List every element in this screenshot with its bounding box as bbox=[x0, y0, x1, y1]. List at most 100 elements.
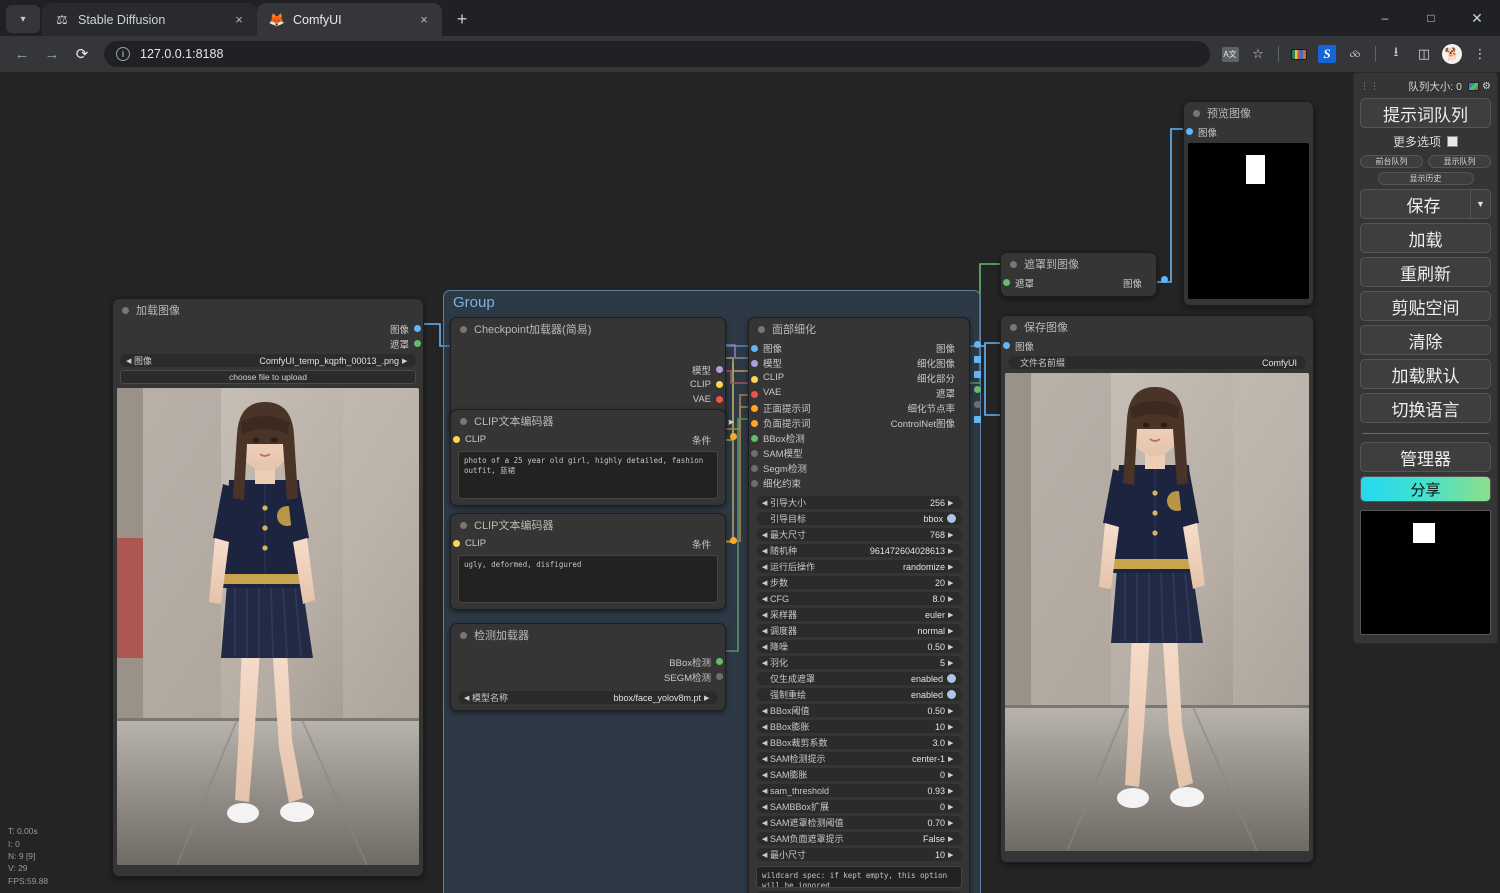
widget-1[interactable]: 引导目标 bbox bbox=[756, 512, 962, 525]
browser-tab-stable-diffusion[interactable]: ⚖ Stable Diffusion × bbox=[42, 3, 257, 36]
slot-dot-cond[interactable] bbox=[730, 536, 737, 544]
positive-prompt-textarea[interactable]: photo of a 25 year old girl, highly deta… bbox=[458, 451, 718, 499]
slot-dot[interactable] bbox=[751, 434, 758, 442]
decrement-arrow-icon[interactable]: ◀ bbox=[464, 694, 472, 702]
slot-dot[interactable] bbox=[751, 359, 758, 367]
input-slot-2[interactable]: CLIP bbox=[749, 372, 784, 383]
increment-arrow-icon[interactable]: ▶ bbox=[948, 499, 956, 507]
more-options-row[interactable]: 更多选项 bbox=[1360, 132, 1491, 151]
increment-arrow-icon[interactable]: ▶ bbox=[948, 803, 956, 811]
output-slot-segm-detector[interactable]: SEGM检测 bbox=[451, 669, 725, 684]
node-load-image[interactable]: 加载图像 图像 遮罩 ◀ 图像 ComfyUI_temp_kqpfh_00013… bbox=[112, 298, 424, 877]
decrement-arrow-icon[interactable]: ◀ bbox=[762, 611, 770, 619]
node-clip-text-encode-negative[interactable]: CLIP文本编码器 CLIP 条件 ugly, deformed, disfig… bbox=[450, 513, 737, 610]
decrement-arrow-icon[interactable]: ◀ bbox=[762, 771, 770, 779]
slot-dot-vae[interactable] bbox=[716, 396, 723, 403]
toggle-dot-icon[interactable] bbox=[947, 674, 956, 683]
download-icon[interactable]: ⭳ bbox=[1384, 42, 1408, 66]
slot-dot[interactable] bbox=[751, 404, 758, 412]
gear-icon[interactable]: ⚙ bbox=[1482, 81, 1491, 92]
decrement-arrow-icon[interactable]: ◀ bbox=[762, 787, 770, 795]
decrement-arrow-icon[interactable]: ◀ bbox=[762, 819, 770, 827]
increment-arrow-icon[interactable]: ▶ bbox=[729, 418, 734, 426]
negative-prompt-textarea[interactable]: ugly, deformed, disfigured bbox=[458, 555, 718, 603]
widget-15[interactable]: ◀ BBox裁剪系数 3.0 ▶ bbox=[756, 736, 962, 749]
node-collapse-icon[interactable] bbox=[460, 325, 467, 333]
toggle-dot-icon[interactable] bbox=[947, 690, 956, 699]
slot-dot[interactable] bbox=[751, 449, 758, 457]
widget-4[interactable]: ◀ 运行后操作 randomize ▶ bbox=[756, 560, 962, 573]
input-slot-5[interactable]: 负面提示词 bbox=[749, 416, 811, 430]
slot-dot[interactable] bbox=[751, 464, 758, 472]
widget-toggle[interactable]: enabled bbox=[911, 674, 956, 684]
input-slot-clip[interactable]: CLIP bbox=[451, 538, 486, 549]
input-slot-8[interactable]: Segm检测 bbox=[749, 461, 807, 475]
widget-0[interactable]: ◀ 引导大小 256 ▶ bbox=[756, 496, 962, 509]
slot-dot-model[interactable] bbox=[716, 366, 723, 373]
input-slot-4[interactable]: 正面提示词 bbox=[749, 401, 811, 415]
increment-arrow-icon[interactable]: ▶ bbox=[948, 627, 956, 635]
node-preview-image[interactable]: 预览图像 图像 bbox=[1183, 101, 1314, 306]
output-slot-clip[interactable]: CLIP bbox=[451, 377, 725, 392]
node-face-detailer[interactable]: 面部细化 图像 图像 模型 细化图像 CLIP 细化部分 VAE 遮罩 正面提示词 细化节点率 负面… bbox=[748, 317, 981, 893]
wildcard-textarea[interactable]: wildcard spec: if kept empty, this optio… bbox=[756, 866, 962, 888]
reload-icon[interactable]: ⟳ bbox=[68, 40, 96, 68]
widget-detector-model-name[interactable]: ◀ 模型名称 bbox/face_yolov8m.pt ▶ bbox=[458, 691, 718, 704]
increment-arrow-icon[interactable]: ▶ bbox=[402, 357, 410, 365]
increment-arrow-icon[interactable]: ▶ bbox=[948, 819, 956, 827]
save-button[interactable]: 保存 ▼ bbox=[1360, 189, 1491, 219]
node-collapse-icon[interactable] bbox=[1010, 260, 1017, 268]
decrement-arrow-icon[interactable]: ◀ bbox=[762, 595, 770, 603]
slot-dot-clip[interactable] bbox=[716, 381, 723, 388]
widget-20[interactable]: ◀ SAM遮罩检测阈值 0.70 ▶ bbox=[756, 816, 962, 829]
widget-18[interactable]: ◀ sam_threshold 0.93 ▶ bbox=[756, 784, 962, 797]
increment-arrow-icon[interactable]: ▶ bbox=[948, 787, 956, 795]
menu-icon[interactable]: ⋮ bbox=[1468, 42, 1492, 66]
info-icon[interactable]: i bbox=[116, 47, 130, 61]
output-slot-image[interactable]: 图像 bbox=[1123, 275, 1168, 290]
slot-dot[interactable] bbox=[974, 355, 981, 363]
load-button[interactable]: 加载 bbox=[1360, 223, 1491, 253]
node-collapse-icon[interactable] bbox=[1010, 323, 1017, 331]
bookmark-star-icon[interactable]: ☆ bbox=[1246, 42, 1270, 66]
slot-dot-image[interactable] bbox=[1003, 342, 1010, 349]
output-slot-model[interactable]: 模型 bbox=[451, 362, 725, 377]
slot-dot-mask[interactable] bbox=[1003, 279, 1010, 286]
choose-file-to-upload-button[interactable]: choose file to upload bbox=[120, 370, 416, 384]
slot-dot[interactable] bbox=[974, 370, 981, 378]
new-tab-button[interactable]: + bbox=[448, 5, 476, 33]
widget-22[interactable]: ◀ 最小尺寸 10 ▶ bbox=[756, 848, 962, 861]
s-extension-icon[interactable]: S bbox=[1315, 42, 1339, 66]
input-slot-clip[interactable]: CLIP bbox=[451, 434, 486, 445]
close-window-icon[interactable]: ✕ bbox=[1454, 2, 1500, 34]
node-title-bar[interactable]: CLIP文本编码器 bbox=[451, 514, 725, 536]
slot-dot-clip[interactable] bbox=[453, 436, 460, 443]
slot-dot[interactable] bbox=[974, 385, 981, 393]
widget-9[interactable]: ◀ 降噪 0.50 ▶ bbox=[756, 640, 962, 653]
node-title-bar[interactable]: 面部细化 bbox=[749, 318, 969, 340]
refresh-button[interactable]: 重刷新 bbox=[1360, 257, 1491, 287]
widget-11[interactable]: 仅生成遮罩 enabled bbox=[756, 672, 962, 685]
widget-14[interactable]: ◀ BBox膨胀 10 ▶ bbox=[756, 720, 962, 733]
increment-arrow-icon[interactable]: ▶ bbox=[948, 851, 956, 859]
slot-dot[interactable] bbox=[751, 391, 758, 398]
slot-dot[interactable] bbox=[974, 400, 981, 408]
tab-close-icon[interactable]: × bbox=[416, 12, 432, 28]
slot-dot[interactable] bbox=[751, 376, 758, 383]
puzzle-extension-icon[interactable]: ⧝ bbox=[1343, 42, 1367, 66]
slot-dot[interactable] bbox=[974, 415, 981, 423]
node-mask-to-image[interactable]: 遮罩到图像 遮罩 图像 bbox=[1000, 252, 1168, 297]
widget-10[interactable]: ◀ 羽化 5 ▶ bbox=[756, 656, 962, 669]
input-slot-3[interactable]: VAE bbox=[749, 387, 781, 398]
decrement-arrow-icon[interactable]: ◀ bbox=[762, 707, 770, 715]
input-slot-image[interactable]: 图像 bbox=[1184, 124, 1313, 139]
decrement-arrow-icon[interactable]: ◀ bbox=[762, 531, 770, 539]
input-slot-6[interactable]: BBox检测 bbox=[749, 431, 805, 445]
increment-arrow-icon[interactable]: ▶ bbox=[948, 739, 956, 747]
input-slot-0[interactable]: 图像 bbox=[749, 341, 782, 355]
profile-avatar-icon[interactable]: 🐕 bbox=[1440, 42, 1464, 66]
input-slot-1[interactable]: 模型 bbox=[749, 356, 782, 370]
node-collapse-icon[interactable] bbox=[460, 417, 467, 425]
decrement-arrow-icon[interactable]: ◀ bbox=[762, 579, 770, 587]
slot-dot-image[interactable] bbox=[1161, 275, 1168, 283]
